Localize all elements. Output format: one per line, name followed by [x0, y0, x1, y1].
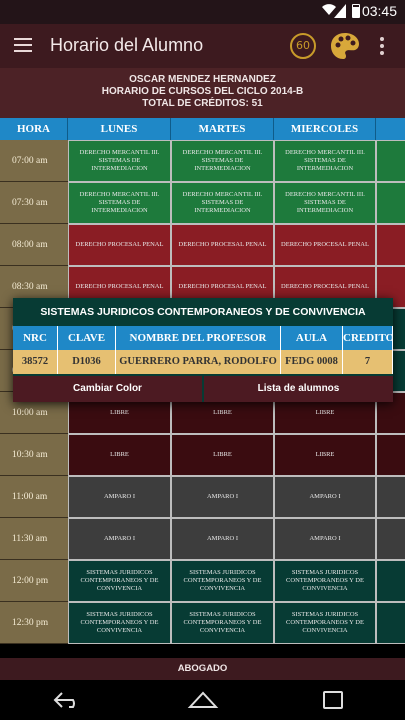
- schedule-cell[interactable]: DERECHO MERCANTIL III. SISTEMAS DE INTER…: [171, 182, 274, 224]
- schedule-row: 07:00 am DERECHO MERCANTIL III. SISTEMAS …: [0, 140, 405, 182]
- status-bar: 03:45: [0, 0, 405, 24]
- recents-icon[interactable]: [323, 691, 343, 709]
- app-bar: Horario del Alumno 60: [0, 24, 405, 68]
- student-list-button[interactable]: Lista de alumnos: [204, 376, 393, 402]
- schedule-cell[interactable]: [376, 224, 405, 266]
- schedule-cell[interactable]: AMPARO I: [171, 518, 274, 560]
- header-miercoles: MIERCOLES: [274, 118, 376, 140]
- time-cell: 11:00 am: [0, 476, 68, 518]
- schedule-cell[interactable]: LIBRE: [171, 434, 274, 476]
- schedule-cell[interactable]: [376, 434, 405, 476]
- more-vert-icon[interactable]: [380, 37, 386, 58]
- value-profesor: GUERRERO PARRA, RODOLFO: [116, 350, 281, 374]
- back-icon[interactable]: [53, 691, 83, 709]
- schedule-cell[interactable]: [376, 140, 405, 182]
- course-dialog: SISTEMAS JURIDICOS CONTEMPORANEOS Y DE C…: [13, 298, 393, 402]
- schedule-cell[interactable]: DERECHO MERCANTIL III. SISTEMAS DE INTER…: [274, 140, 376, 182]
- schedule-row: 11:30 am AMPARO I AMPARO I AMPARO I: [0, 518, 405, 560]
- value-aula: FEDG 0008: [281, 350, 343, 374]
- change-color-button[interactable]: Cambiar Color: [13, 376, 202, 402]
- schedule-cell[interactable]: AMPARO I: [171, 476, 274, 518]
- schedule-cell[interactable]: AMPARO I: [274, 476, 376, 518]
- student-name: OSCAR MENDEZ HERNANDEZ: [129, 74, 276, 85]
- schedule-cell[interactable]: [376, 476, 405, 518]
- schedule-cell[interactable]: DERECHO MERCANTIL III. SISTEMAS DE INTER…: [274, 182, 376, 224]
- time-cell: 12:00 pm: [0, 560, 68, 602]
- badge-60-icon[interactable]: 60: [290, 33, 316, 59]
- app-title: Horario del Alumno: [50, 35, 204, 55]
- time-cell: 08:00 am: [0, 224, 68, 266]
- credits-label: TOTAL DE CRÉDITOS: 51: [142, 98, 263, 109]
- schedule-cell[interactable]: LIBRE: [68, 434, 171, 476]
- schedule-cell[interactable]: DERECHO PROCESAL PENAL: [171, 224, 274, 266]
- schedule-cell[interactable]: DERECHO MERCANTIL III. SISTEMAS DE INTER…: [171, 140, 274, 182]
- student-info: OSCAR MENDEZ HERNANDEZ HORARIO DE CURSOS…: [0, 68, 405, 118]
- time-cell: 11:30 am: [0, 518, 68, 560]
- col-aula: AULA: [281, 326, 343, 350]
- schedule-cell[interactable]: DERECHO MERCANTIL III. SISTEMAS DE INTER…: [68, 140, 171, 182]
- schedule-cell[interactable]: AMPARO I: [68, 518, 171, 560]
- col-profesor: NOMBRE DEL PROFESOR: [116, 326, 281, 350]
- course-details-table: NRC CLAVE NOMBRE DEL PROFESOR AULA CREDI…: [13, 326, 393, 374]
- time-cell: 07:30 am: [0, 182, 68, 224]
- cycle-label: HORARIO DE CURSOS DEL CICLO 2014-B: [101, 86, 304, 97]
- header-hora: HORA: [0, 118, 68, 140]
- schedule-row: 12:00 pm SISTEMAS JURIDICOS CONTEMPORANEO…: [0, 560, 405, 602]
- schedule-cell[interactable]: DERECHO MERCANTIL III. SISTEMAS DE INTER…: [68, 182, 171, 224]
- schedule-cell[interactable]: SISTEMAS JURIDICOS CONTEMPORANEOS Y DE C…: [171, 602, 274, 644]
- value-nrc: 38572: [13, 350, 58, 374]
- col-creditos: CREDITOS: [343, 326, 393, 350]
- schedule-cell[interactable]: SISTEMAS JURIDICOS CONTEMPORANEOS Y DE C…: [68, 560, 171, 602]
- time-cell: 12:30 pm: [0, 602, 68, 644]
- header-martes: MARTES: [171, 118, 274, 140]
- schedule-row: 10:30 am LIBRE LIBRE LIBRE: [0, 434, 405, 476]
- palette-icon[interactable]: [330, 32, 360, 60]
- schedule-cell[interactable]: SISTEMAS JURIDICOS CONTEMPORANEOS Y DE C…: [68, 602, 171, 644]
- career-label: ABOGADO: [0, 658, 405, 680]
- header-lunes: LUNES: [68, 118, 171, 140]
- home-icon[interactable]: [187, 690, 219, 710]
- schedule-cell[interactable]: SISTEMAS JURIDICOS CONTEMPORANEOS Y DE C…: [274, 560, 376, 602]
- schedule-row: 11:00 am AMPARO I AMPARO I AMPARO I: [0, 476, 405, 518]
- schedule-row: 12:30 pm SISTEMAS JURIDICOS CONTEMPORANEO…: [0, 602, 405, 644]
- schedule-cell[interactable]: [376, 560, 405, 602]
- header-jueves: [376, 118, 405, 140]
- schedule-cell[interactable]: SISTEMAS JURIDICOS CONTEMPORANEOS Y DE C…: [171, 560, 274, 602]
- schedule-cell[interactable]: DERECHO PROCESAL PENAL: [68, 224, 171, 266]
- schedule-cell[interactable]: [376, 182, 405, 224]
- schedule-cell[interactable]: AMPARO I: [68, 476, 171, 518]
- col-clave: CLAVE: [58, 326, 116, 350]
- schedule-row: 07:30 am DERECHO MERCANTIL III. SISTEMAS …: [0, 182, 405, 224]
- menu-icon[interactable]: [14, 38, 32, 52]
- schedule-cell[interactable]: [376, 518, 405, 560]
- schedule-cell[interactable]: SISTEMAS JURIDICOS CONTEMPORANEOS Y DE C…: [274, 602, 376, 644]
- schedule-cell[interactable]: LIBRE: [274, 434, 376, 476]
- value-clave: D1036: [58, 350, 116, 374]
- navigation-bar: [0, 680, 405, 720]
- time-cell: 10:30 am: [0, 434, 68, 476]
- battery-icon: [352, 4, 360, 18]
- schedule-cell[interactable]: DERECHO PROCESAL PENAL: [274, 224, 376, 266]
- schedule-cell[interactable]: [376, 602, 405, 644]
- signal-icon: [334, 4, 346, 18]
- schedule-row: 08:00 am DERECHO PROCESAL PENAL DERECHO PR…: [0, 224, 405, 266]
- col-nrc: NRC: [13, 326, 58, 350]
- dialog-title: SISTEMAS JURIDICOS CONTEMPORANEOS Y DE C…: [40, 306, 366, 318]
- time-cell: 07:00 am: [0, 140, 68, 182]
- value-creditos: 7: [343, 350, 393, 374]
- status-time: 03:45: [361, 3, 397, 19]
- schedule-cell[interactable]: AMPARO I: [274, 518, 376, 560]
